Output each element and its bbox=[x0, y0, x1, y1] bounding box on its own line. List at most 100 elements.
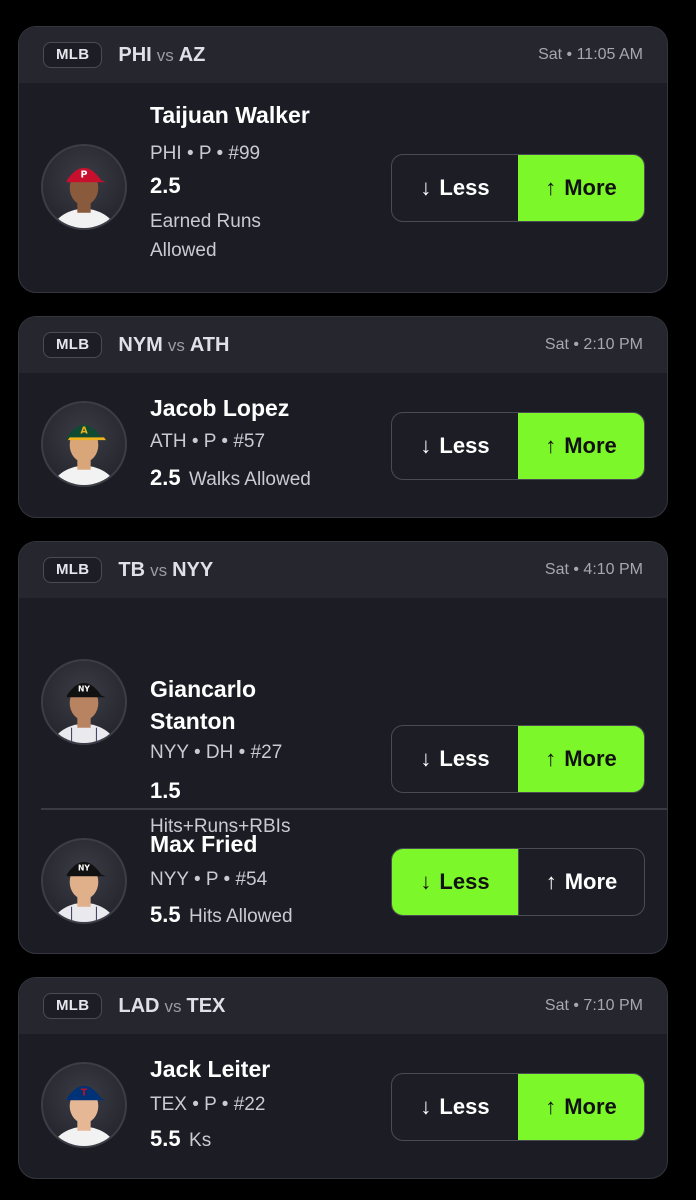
more-label: More bbox=[564, 1094, 617, 1119]
line-value: 2.5 bbox=[150, 173, 181, 198]
player-name: Max Fried bbox=[150, 831, 258, 857]
arrow-up-icon: ↑ bbox=[545, 175, 557, 200]
player-pick: T Jack Leiter TEX • P • #22 5.5 Ks ↓ Les… bbox=[19, 1034, 667, 1178]
league-badge: MLB bbox=[43, 993, 103, 1019]
less-more-toggle: ↓ Less ↑ More bbox=[391, 848, 645, 916]
more-button[interactable]: ↑ More bbox=[518, 1074, 644, 1140]
cap-logo: A bbox=[80, 426, 88, 437]
less-button[interactable]: ↓ Less bbox=[392, 155, 518, 221]
away-team: AZ bbox=[178, 43, 206, 66]
game-time: Sat • 11:05 AM bbox=[538, 46, 643, 63]
less-label: Less bbox=[439, 175, 490, 200]
arrow-down-icon: ↓ bbox=[420, 869, 432, 894]
less-button[interactable]: ↓ Less bbox=[392, 849, 518, 915]
player-headshot-icon: P bbox=[52, 167, 116, 228]
player-avatar: NY bbox=[41, 838, 127, 924]
less-more-toggle: ↓ Less ↑ More bbox=[391, 154, 645, 222]
less-label: Less bbox=[439, 869, 490, 894]
less-button[interactable]: ↓ Less bbox=[392, 1074, 518, 1140]
game-time: Sat • 2:10 PM bbox=[544, 336, 643, 353]
arrow-up-icon: ↑ bbox=[545, 433, 557, 458]
player-avatar: T bbox=[41, 1062, 127, 1148]
away-team: TEX bbox=[186, 994, 226, 1017]
prop-card: MLB PHI vs AZ Sat • 11:05 AM P Taijuan W… bbox=[18, 26, 668, 293]
player-name: Giancarlo Stanton bbox=[150, 676, 257, 734]
stat-block: 5.5 Hits Allowed bbox=[150, 902, 293, 931]
stat-label: Hits Allowed bbox=[189, 906, 293, 927]
card-header: MLB LAD vs TEX Sat • 7:10 PM bbox=[19, 978, 667, 1034]
league-badge: MLB bbox=[43, 557, 103, 583]
less-more-toggle: ↓ Less ↑ More bbox=[391, 412, 645, 480]
player-name: Taijuan Walker bbox=[150, 102, 310, 128]
prop-card: MLB NYM vs ATH Sat • 2:10 PM A Jacob Lop… bbox=[18, 316, 668, 518]
line-value: 1.5 bbox=[150, 778, 181, 803]
more-button[interactable]: ↑ More bbox=[518, 155, 644, 221]
game-time: Sat • 4:10 PM bbox=[544, 561, 643, 578]
arrow-up-icon: ↑ bbox=[545, 746, 557, 771]
matchup: TB vs NYY bbox=[118, 559, 213, 582]
less-button[interactable]: ↓ Less bbox=[392, 413, 518, 479]
away-team: NYY bbox=[172, 558, 214, 581]
prop-card: MLB LAD vs TEX Sat • 7:10 PM T Jack Leit… bbox=[18, 977, 668, 1179]
arrow-down-icon: ↓ bbox=[420, 433, 432, 458]
more-button[interactable]: ↑ More bbox=[518, 413, 644, 479]
cap-logo: P bbox=[81, 169, 88, 180]
player-headshot-icon: T bbox=[52, 1085, 116, 1146]
player-meta: TEX • P • #22 bbox=[150, 1094, 266, 1115]
less-button[interactable]: ↓ Less bbox=[392, 726, 518, 792]
league-badge: MLB bbox=[43, 42, 103, 68]
player-avatar: A bbox=[41, 401, 127, 487]
matchup: PHI vs AZ bbox=[118, 44, 205, 67]
arrow-up-icon: ↑ bbox=[545, 869, 557, 894]
vs-label: vs bbox=[164, 996, 182, 1016]
stat-block: 5.5 Ks bbox=[150, 1126, 211, 1155]
more-label: More bbox=[564, 175, 617, 200]
stat-label: Walks Allowed bbox=[189, 469, 311, 490]
card-header: MLB TB vs NYY Sat • 4:10 PM bbox=[19, 542, 667, 598]
cap-logo: NY bbox=[78, 685, 90, 694]
arrow-up-icon: ↑ bbox=[545, 1094, 557, 1119]
less-more-toggle: ↓ Less ↑ More bbox=[391, 1073, 645, 1141]
player-headshot-icon: NY bbox=[52, 682, 116, 743]
stat-block: 2.5 Walks Allowed bbox=[150, 465, 311, 494]
away-team: ATH bbox=[189, 333, 230, 356]
cap-logo: T bbox=[81, 1087, 88, 1098]
vs-label: vs bbox=[156, 45, 174, 65]
player-headshot-icon: A bbox=[52, 424, 116, 485]
player-avatar: NY bbox=[41, 659, 127, 745]
card-header: MLB PHI vs AZ Sat • 11:05 AM bbox=[19, 27, 667, 83]
player-meta: NYY • DH • #27 bbox=[150, 742, 283, 763]
home-team: NYM bbox=[118, 333, 163, 356]
stat-label: Ks bbox=[189, 1130, 212, 1151]
player-headshot-icon: NY bbox=[52, 861, 116, 922]
line-value: 2.5 bbox=[150, 465, 181, 490]
arrow-down-icon: ↓ bbox=[420, 175, 432, 200]
stat-label: Earned Runs Allowed bbox=[150, 211, 261, 261]
card-header: MLB NYM vs ATH Sat • 2:10 PM bbox=[19, 317, 667, 373]
player-avatar: P bbox=[41, 144, 127, 230]
less-label: Less bbox=[439, 1094, 490, 1119]
less-more-toggle: ↓ Less ↑ More bbox=[391, 725, 645, 793]
player-name: Jacob Lopez bbox=[150, 395, 290, 421]
player-pick: NY Giancarlo Stanton NYY • DH • #27 1.5 … bbox=[19, 598, 667, 837]
player-meta: NYY • P • #54 bbox=[150, 869, 268, 890]
more-button[interactable]: ↑ More bbox=[518, 849, 644, 915]
home-team: LAD bbox=[118, 994, 160, 1017]
line-value: 5.5 bbox=[150, 902, 181, 927]
more-label: More bbox=[564, 746, 617, 771]
vs-label: vs bbox=[150, 560, 168, 580]
vs-label: vs bbox=[167, 335, 185, 355]
arrow-down-icon: ↓ bbox=[420, 746, 432, 771]
player-pick: P Taijuan Walker PHI • P • #99 2.5 Earne… bbox=[19, 83, 667, 292]
less-label: Less bbox=[439, 433, 490, 458]
arrow-down-icon: ↓ bbox=[420, 1094, 432, 1119]
home-team: PHI bbox=[118, 43, 152, 66]
more-label: More bbox=[564, 433, 617, 458]
game-time: Sat • 7:10 PM bbox=[544, 997, 643, 1014]
home-team: TB bbox=[118, 558, 146, 581]
matchup: NYM vs ATH bbox=[118, 334, 229, 357]
more-label: More bbox=[564, 869, 618, 894]
more-button[interactable]: ↑ More bbox=[518, 726, 644, 792]
player-pick: NY Max Fried NYY • P • #54 5.5 Hits Allo… bbox=[19, 810, 667, 953]
prop-card: MLB TB vs NYY Sat • 4:10 PM NY Giancarlo… bbox=[18, 541, 668, 954]
